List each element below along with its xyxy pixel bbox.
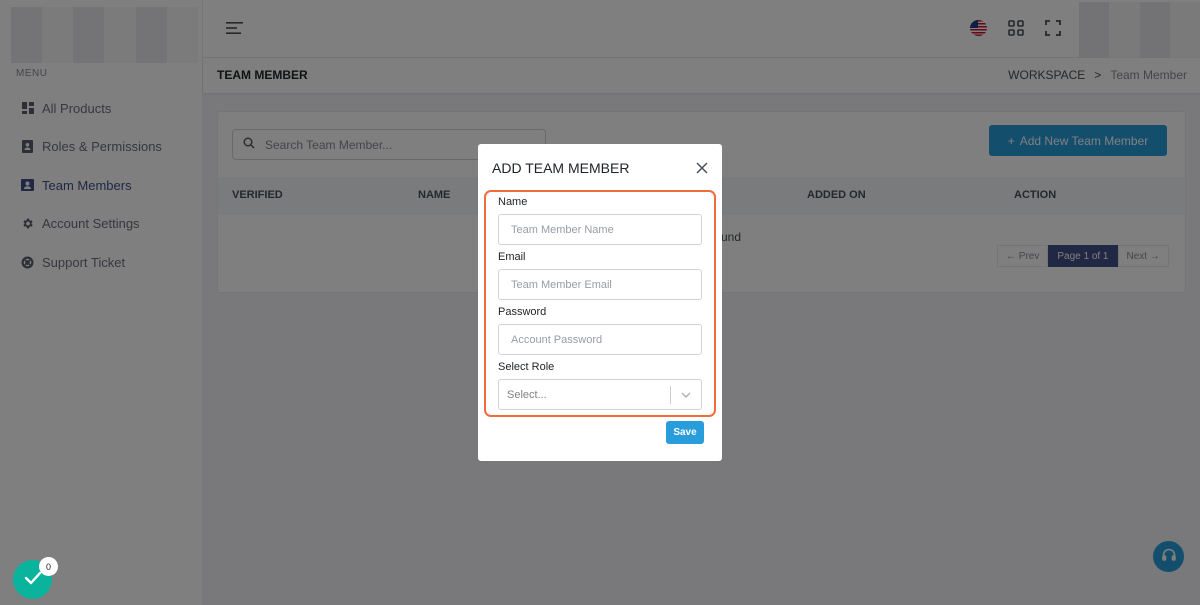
password-field-group: Password — [498, 306, 702, 355]
password-label: Password — [498, 306, 547, 318]
name-input[interactable] — [498, 214, 702, 245]
role-select-placeholder: Select... — [507, 388, 547, 401]
close-icon[interactable] — [695, 161, 709, 175]
role-label: Select Role — [498, 361, 555, 373]
password-input[interactable] — [498, 324, 702, 355]
email-field-group: Email — [498, 251, 702, 300]
name-field-group: Name — [498, 196, 702, 245]
name-label: Name — [498, 196, 528, 208]
email-label: Email — [498, 251, 526, 263]
select-divider — [670, 386, 671, 404]
role-field-group: Select Role Select... — [498, 361, 702, 410]
email-input[interactable] — [498, 269, 702, 300]
role-select[interactable]: Select... — [498, 379, 702, 410]
chevron-down-icon[interactable] — [680, 389, 692, 401]
notification-count-badge: 0 — [39, 557, 58, 576]
save-button[interactable]: Save — [666, 421, 704, 444]
check-icon — [24, 571, 42, 588]
modal-title: ADD TEAM MEMBER — [492, 160, 630, 176]
add-team-member-modal: ADD TEAM MEMBER Name Email Password Sele… — [478, 144, 722, 461]
